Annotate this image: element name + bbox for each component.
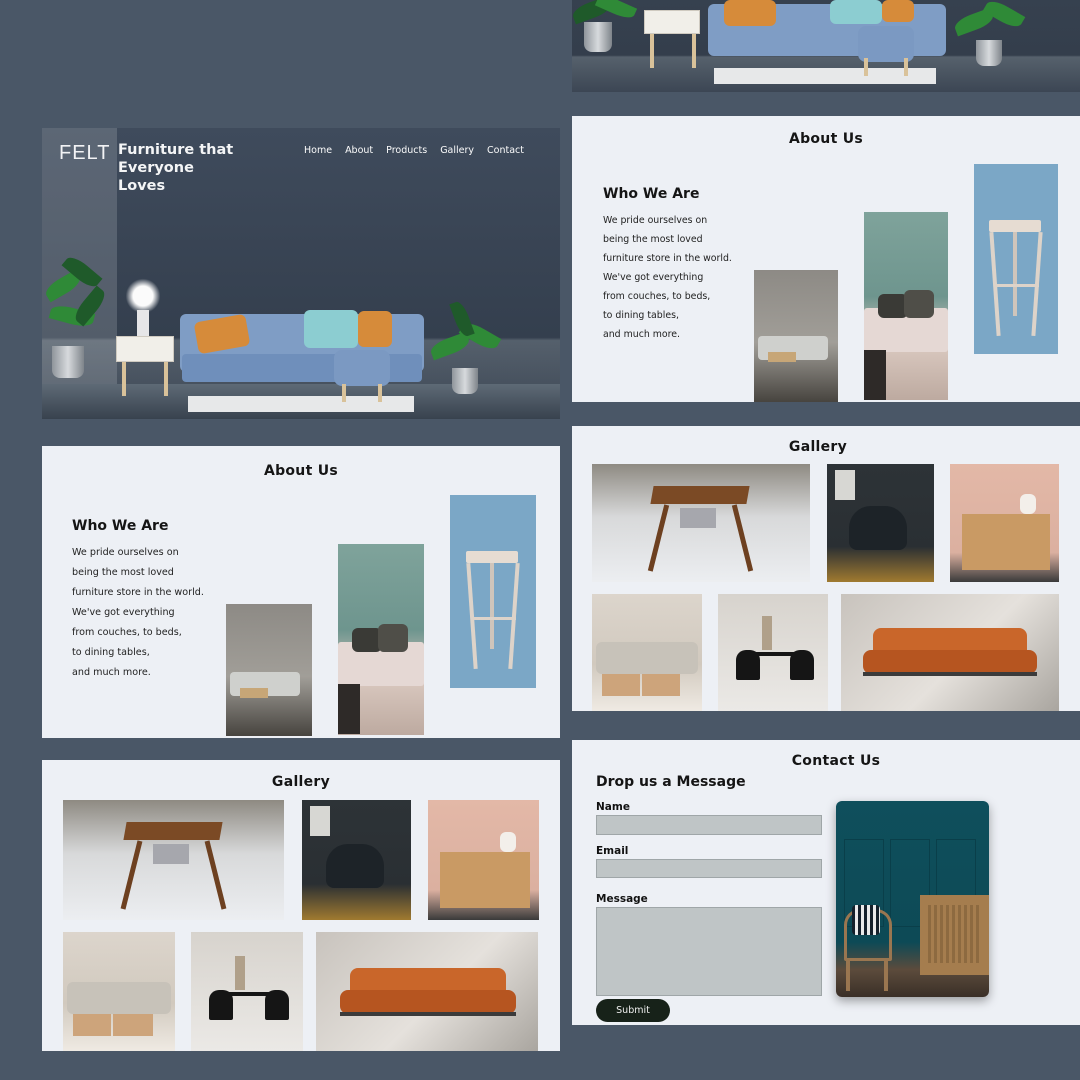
teal-pillow-image	[830, 0, 882, 24]
gallery-dresser-image[interactable]	[950, 464, 1059, 582]
nightstand-image	[116, 336, 174, 362]
gallery-dining-chairs-image[interactable]	[191, 932, 303, 1051]
stool-image	[450, 495, 536, 688]
gallery-sofa-image[interactable]	[592, 594, 702, 711]
sage-sofa-image	[338, 544, 424, 735]
about-section-alt: About Us Who We Are We pride ourselves o…	[572, 116, 1080, 402]
gallery-sofa-image[interactable]	[63, 932, 175, 1051]
about-heading: Who We Are	[72, 518, 169, 534]
about-text: We pride ourselves on being the most lov…	[603, 215, 732, 340]
nightstand-leg	[650, 34, 654, 68]
plant-pot-image	[584, 22, 612, 52]
message-field[interactable]	[596, 907, 822, 996]
email-label: Email	[596, 845, 629, 857]
gallery-leather-sofa-image[interactable]	[841, 594, 1059, 711]
gallery-section-alt: Gallery	[572, 426, 1080, 711]
gallery-title: Gallery	[271, 774, 331, 790]
nightstand-leg	[122, 362, 126, 396]
gallery-dresser-image[interactable]	[428, 800, 539, 920]
about-section: About Us Who We Are We pride ourselves o…	[42, 446, 560, 738]
contact-title: Contact Us	[791, 753, 881, 769]
vase-image	[137, 310, 149, 336]
flower-vase-image	[126, 278, 160, 314]
orange-pillow-image	[358, 311, 392, 347]
sage-sofa-image	[864, 212, 948, 400]
nav-about[interactable]: About	[345, 145, 373, 156]
plant-pot-image	[452, 368, 478, 394]
about-heading: Who We Are	[603, 186, 700, 202]
name-label: Name	[596, 801, 630, 813]
living-room-image	[226, 604, 312, 736]
teal-pillow-image	[304, 310, 358, 348]
contact-room-image	[836, 801, 989, 997]
gallery-leather-sofa-image[interactable]	[316, 932, 538, 1051]
gallery-dining-table-image[interactable]	[592, 464, 810, 582]
hero-section: FELT Furniture that Everyone Loves Home …	[42, 128, 560, 419]
ottoman-leg	[904, 58, 908, 76]
plant-leaf-image	[449, 299, 475, 339]
plant-pot-image	[976, 40, 1002, 66]
orange-pillow-image	[724, 0, 776, 26]
nightstand-image	[644, 10, 700, 34]
stool-image	[974, 164, 1058, 354]
hero-tagline: Furniture that Everyone Loves	[118, 142, 234, 194]
ottoman-image	[858, 26, 914, 62]
email-field[interactable]	[596, 859, 822, 878]
ottoman-image	[334, 350, 390, 386]
ottoman-leg	[342, 384, 346, 402]
hero-section-crop	[572, 0, 1080, 92]
gallery-dining-table-image[interactable]	[63, 800, 284, 920]
gallery-lounge-chair-image[interactable]	[827, 464, 934, 582]
about-title: About Us	[788, 131, 864, 147]
gallery-section: Gallery	[42, 760, 560, 1051]
contact-section: Contact Us Drop us a Message Name Email …	[572, 740, 1080, 1025]
nav-products[interactable]: Products	[386, 145, 427, 156]
brand-logo[interactable]: FELT	[59, 142, 110, 165]
nav-home[interactable]: Home	[304, 145, 332, 156]
nav-gallery[interactable]: Gallery	[440, 145, 474, 156]
name-field[interactable]	[596, 815, 822, 835]
contact-heading: Drop us a Message	[596, 774, 746, 790]
rug-image	[714, 68, 936, 84]
plant-pot-image	[52, 346, 84, 378]
nightstand-leg	[164, 362, 168, 396]
nightstand-leg	[692, 34, 696, 68]
ottoman-leg	[378, 384, 382, 402]
living-room-image	[754, 270, 838, 402]
orange-pillow-image	[882, 0, 914, 22]
message-label: Message	[596, 893, 648, 905]
gallery-title: Gallery	[788, 439, 848, 455]
about-title: About Us	[263, 463, 339, 479]
about-text: We pride ourselves on being the most lov…	[72, 547, 204, 678]
ottoman-leg	[864, 58, 868, 76]
main-nav: Home About Products Gallery Contact	[304, 145, 524, 156]
gallery-dining-chairs-image[interactable]	[718, 594, 828, 711]
nav-contact[interactable]: Contact	[487, 145, 524, 156]
submit-button[interactable]: Submit	[596, 999, 670, 1022]
gallery-lounge-chair-image[interactable]	[302, 800, 411, 920]
